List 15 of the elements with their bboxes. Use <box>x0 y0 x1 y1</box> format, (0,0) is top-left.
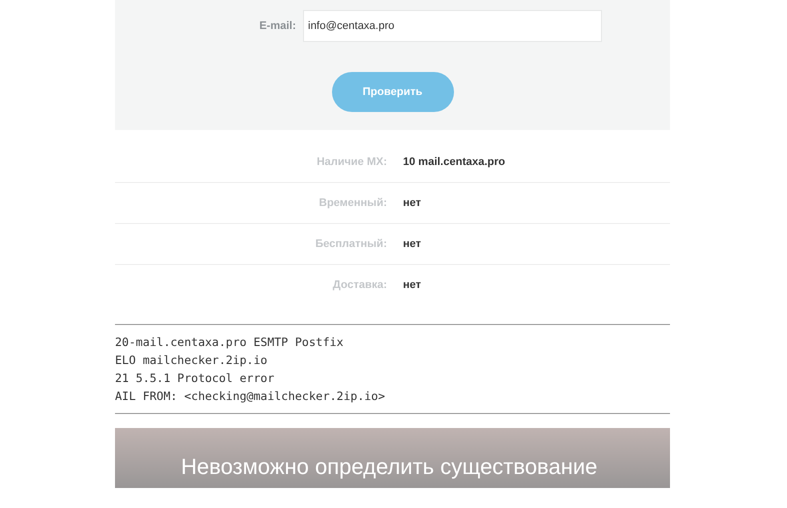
email-label: E-mail: <box>259 18 296 34</box>
result-label: Доставка: <box>332 278 387 294</box>
result-value: нет <box>403 278 422 294</box>
email-field[interactable]: info@centaxa.pro <box>303 10 602 42</box>
result-label: Бесплатный: <box>315 236 387 252</box>
result-label: Наличие MX: <box>316 154 387 170</box>
log-line: AIL FROM: <checking@mailchecker.2ip.io> <box>115 388 386 405</box>
result-label: Временный: <box>319 196 387 211</box>
log-line: 21 5.5.1 Protocol error <box>115 370 276 387</box>
log-line: ELO mailchecker.2ip.io <box>115 352 268 369</box>
result-value: 10 mail.centaxa.pro <box>403 154 506 170</box>
result-banner: Невозможно определить существование <box>115 428 670 488</box>
log-line: 20-mail.centaxa.pro ESMTP Postfix <box>115 334 344 351</box>
result-value: нет <box>403 196 422 211</box>
result-value: нет <box>403 236 422 252</box>
